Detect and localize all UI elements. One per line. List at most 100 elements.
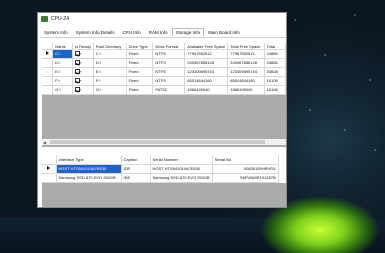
table-row[interactable]: HGST HTS541010A7E630 IDE HGST HTS541010A… [42,164,279,174]
cell-total-free[interactable]: 65514844160 [227,76,265,86]
checkbox-checked-icon[interactable] [75,78,81,84]
cell-is-ready[interactable] [72,85,94,95]
col-header-serial-number[interactable]: Serial Number [150,155,213,165]
table-row[interactable]: Samsung SSD 870 EVO 250GB IDE Samsung SS… [42,173,279,183]
cell-total[interactable]: 24884 [264,49,286,59]
cell-serial-no[interactable]: S6PUNMRT01287B [212,173,279,183]
cell-root[interactable]: G:\ [93,85,127,95]
cell-root[interactable]: C:\ [93,49,127,59]
cell-caption[interactable]: IDE [121,173,151,183]
cell-caption[interactable]: IDE [121,164,151,174]
tab-strip: System Info System Info Details CPU Info… [40,28,244,36]
current-row-arrow-icon [47,166,51,170]
cell-interface-type[interactable]: HGST HTS541010A7E630 [56,164,122,174]
horizontal-scrollbar[interactable]: ◀ [42,139,286,145]
row-selector[interactable] [42,58,54,68]
cell-is-ready[interactable] [72,58,94,68]
drives-table: Name Is Ready Root Directory Drive Type … [42,43,286,95]
tab-storage-info[interactable]: Storage Info [171,28,205,36]
checkbox-checked-icon[interactable] [75,60,81,66]
cell-type[interactable]: Fixed [126,49,154,59]
tab-cpu-info[interactable]: CPU Info [119,28,145,36]
table-row[interactable]: F:\ F:\ Fixed NTFS 65514844160 655148441… [42,76,286,86]
cell-is-ready[interactable] [72,67,94,77]
app-window: CPU-Z4 System Info System Info Details C… [37,12,287,208]
cell-format[interactable]: FAT32 [152,85,186,95]
cell-format[interactable]: NTFS [152,49,186,59]
cell-format[interactable]: NTFS [152,76,186,86]
table-row[interactable]: E:\ E:\ Fixed NTFS 123309895744 12330989… [42,67,286,77]
cell-available[interactable]: 1866199040 [184,85,229,95]
cell-serial-no[interactable]: 50830155HRVRX [212,164,279,174]
row-selector[interactable] [42,76,54,86]
checkbox-checked-icon[interactable] [75,87,81,93]
cell-format[interactable]: NTFS [152,67,186,77]
scrollbar-thumb[interactable] [50,140,265,144]
table-row[interactable]: G:\ G:\ Fixed FAT32 1866199040 186619904… [42,85,286,95]
row-selector[interactable] [42,173,57,183]
col-header-serial-no[interactable]: Serial No [212,155,279,165]
cell-name[interactable]: F:\ [52,76,74,86]
cell-total-free[interactable]: 1866199040 [227,85,265,95]
cell-format[interactable]: NTFS [152,58,186,68]
drives-grid[interactable]: Name Is Ready Root Directory Drive Type … [42,43,286,147]
tab-main-board-info[interactable]: Main Board Info [204,28,244,36]
title-bar[interactable]: CPU-Z4 [38,13,286,25]
checkbox-checked-icon[interactable] [75,51,81,57]
cell-total-free[interactable]: 77967552512 [227,49,265,59]
current-row-arrow-icon [45,51,49,55]
cell-name[interactable]: C:\ [52,49,74,59]
cell-total-free[interactable]: 123309895744 [227,67,265,77]
row-selector[interactable] [42,67,54,77]
tab-ram-info[interactable]: RAM Info [145,28,172,36]
window-title: CPU-Z4 [51,16,70,22]
cell-root[interactable]: E:\ [93,67,127,77]
cell-type[interactable]: Fixed [126,58,154,68]
cell-available[interactable]: 77967552512 [184,49,229,59]
cell-name[interactable]: E:\ [52,67,74,77]
starry-sky [285,0,385,200]
cell-available[interactable]: 123309895744 [184,67,229,77]
cell-interface-type[interactable]: Samsung SSD 870 EVO 250GB [56,173,122,183]
cell-available[interactable]: 65514844160 [184,76,229,86]
col-header-is-ready[interactable]: Is Ready [72,43,94,50]
table-row[interactable]: C:\ C:\ Fixed NTFS 77967552512 779675525… [42,49,286,59]
row-selector[interactable] [42,85,54,95]
cell-is-ready[interactable] [72,76,94,86]
cell-serial-number[interactable]: Samsung SSD 870 EVO 250GB [150,173,213,183]
col-header-caption[interactable]: Caption [121,155,151,165]
checkbox-checked-icon[interactable] [75,69,81,75]
cell-type[interactable]: Fixed [126,67,154,77]
cell-root[interactable]: D:\ [93,58,127,68]
col-header-available-free-space[interactable]: Available Free Space [184,43,229,50]
cell-total[interactable]: 16106 [264,85,286,95]
col-header-interface-type[interactable]: Interface Type [56,155,122,165]
disks-grid[interactable]: Interface Type Caption Serial Number Ser… [42,155,286,207]
col-header-total-free-space[interactable]: Total Free Space [227,43,265,50]
cell-total-free[interactable]: 240967856128 [227,58,265,68]
cell-total[interactable]: 16106 [264,76,286,86]
disks-header-row: Interface Type Caption Serial Number Ser… [42,155,279,165]
cell-is-ready[interactable] [72,49,94,59]
row-selector[interactable] [42,164,57,174]
cell-name[interactable]: G:\ [52,85,74,95]
cell-type[interactable]: Fixed [126,85,154,95]
tab-system-info-details[interactable]: System Info Details [72,28,119,36]
drives-header-row: Name Is Ready Root Directory Drive Type … [42,43,286,50]
scroll-left-arrow-icon[interactable]: ◀ [43,140,46,145]
tab-divider [40,37,286,38]
cell-name[interactable]: D:\ [52,58,74,68]
row-header-corner [42,155,57,165]
row-selector[interactable] [42,49,54,59]
cell-total[interactable]: 53608 [264,67,286,77]
tab-system-info[interactable]: System Info [40,28,72,36]
col-header-root-directory[interactable]: Root Directory [93,43,127,50]
disks-table: Interface Type Caption Serial Number Ser… [42,155,279,183]
app-icon [41,16,48,22]
cell-serial-number[interactable]: HGST HTS541010A7E630 [150,164,213,174]
cell-available[interactable]: 240967856128 [184,58,229,68]
cell-total[interactable]: 24884 [264,58,286,68]
cell-type[interactable]: Fixed [126,76,154,86]
cell-root[interactable]: F:\ [93,76,127,86]
table-row[interactable]: D:\ D:\ Fixed NTFS 240967856128 24096785… [42,58,286,68]
